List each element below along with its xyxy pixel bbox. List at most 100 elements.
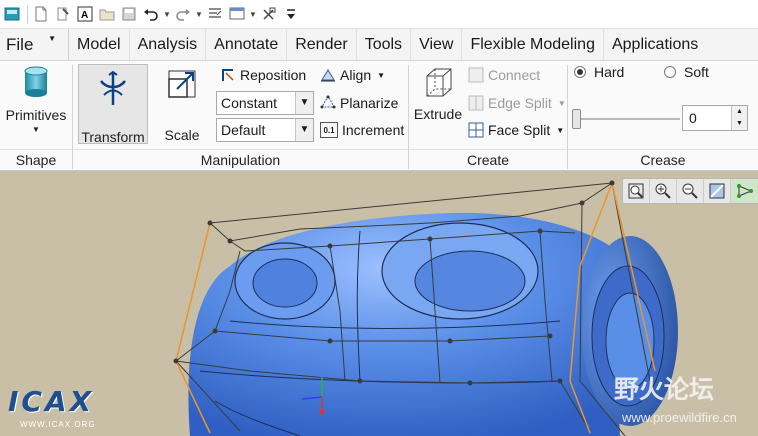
- edge-split-label: Edge Split: [488, 95, 552, 111]
- redo-icon[interactable]: [173, 4, 193, 24]
- increment-button[interactable]: 0.1 Increment: [320, 122, 404, 138]
- tab-model[interactable]: Model: [68, 29, 129, 60]
- tab-label: Tools: [364, 35, 403, 53]
- reposition-button[interactable]: Reposition: [220, 67, 306, 83]
- zoom-fit-icon[interactable]: [623, 179, 650, 203]
- tab-applications[interactable]: Applications: [602, 29, 706, 60]
- proewildfire-watermark-logo: 野火论坛: [614, 375, 715, 404]
- zoom-out-icon[interactable]: [677, 179, 704, 203]
- chevron-down-icon: ▼: [295, 92, 313, 114]
- constant-select[interactable]: Constant ▼: [216, 91, 314, 115]
- connect-button[interactable]: Connect: [468, 67, 540, 83]
- regenerate-icon[interactable]: [53, 4, 73, 24]
- new-icon[interactable]: [31, 4, 51, 24]
- open-icon[interactable]: [97, 4, 117, 24]
- toolbar-divider: [27, 5, 28, 23]
- file-dropdown-icon: ▼: [48, 34, 56, 43]
- file-tab-label: File: [6, 34, 34, 54]
- mesh-display-icon[interactable]: [731, 179, 758, 203]
- primitives-label: Primitives: [5, 107, 67, 123]
- constant-select-value: Constant: [221, 95, 278, 111]
- regen-tree-icon[interactable]: [205, 4, 225, 24]
- tab-label: Applications: [611, 35, 699, 53]
- app-icon[interactable]: [2, 4, 22, 24]
- connect-label: Connect: [488, 67, 541, 83]
- tab-annotate[interactable]: Annotate: [205, 29, 286, 60]
- window-dropdown-icon[interactable]: ▼: [249, 10, 259, 19]
- tab-label: Flexible Modeling: [470, 35, 595, 53]
- radio-selected-icon: [574, 66, 586, 78]
- align-button[interactable]: Align ▼: [320, 67, 385, 83]
- tab-analysis[interactable]: Analysis: [128, 29, 206, 60]
- crease-slider-thumb[interactable]: [572, 109, 581, 129]
- tab-label: Analysis: [137, 35, 198, 53]
- tab-render[interactable]: Render: [286, 29, 355, 60]
- manipulation-group-label: Manipulation: [73, 149, 408, 169]
- radio-unselected-icon: [664, 66, 676, 78]
- edge-split-icon: [468, 95, 484, 111]
- tab-label: View: [419, 35, 454, 53]
- customize-icon[interactable]: [281, 4, 301, 24]
- scale-icon: [167, 69, 197, 99]
- increment-icon: 0.1: [320, 122, 338, 138]
- tab-label: Render: [295, 35, 348, 53]
- align-dropdown-icon: ▼: [377, 70, 386, 80]
- save-icon[interactable]: [119, 4, 139, 24]
- repaint-icon[interactable]: [704, 179, 731, 203]
- align-label: Align: [340, 67, 372, 83]
- window-icon[interactable]: [227, 4, 247, 24]
- soft-radio[interactable]: Soft: [664, 64, 709, 80]
- reposition-label: Reposition: [240, 67, 307, 83]
- manipulation-group: Transform Scale Reposition Constant ▼ De…: [73, 61, 408, 171]
- undo-dropdown-icon[interactable]: ▼: [163, 10, 173, 19]
- close-window-icon[interactable]: [259, 4, 279, 24]
- cylinder-icon: [20, 65, 52, 99]
- face-split-label: Face Split: [488, 122, 551, 138]
- planarize-icon: [320, 95, 336, 111]
- face-split-dropdown-icon: ▼: [556, 125, 565, 135]
- tab-view[interactable]: View: [410, 29, 461, 60]
- shape-group-label: Shape: [0, 149, 72, 169]
- primitives-dropdown-icon: ▼: [32, 125, 40, 134]
- tab-label: Annotate: [214, 35, 279, 53]
- extrude-button[interactable]: Extrude: [412, 64, 464, 144]
- planarize-label: Planarize: [340, 95, 399, 111]
- zoom-in-icon[interactable]: [650, 179, 677, 203]
- ribbon-tabs: File ▼ Model Analysis Annotate Render To…: [0, 29, 758, 61]
- increment-label: Increment: [342, 122, 405, 138]
- transform-button[interactable]: Transform: [78, 64, 148, 145]
- undo-icon[interactable]: [141, 4, 161, 24]
- tab-flexible-modeling[interactable]: Flexible Modeling: [461, 29, 603, 60]
- tab-tools[interactable]: Tools: [355, 29, 410, 60]
- tab-label: Model: [77, 35, 121, 53]
- ribbon-panel: Primitives ▼ Shape Transform Scale Repos…: [0, 61, 758, 171]
- crease-group-label: Crease: [568, 149, 758, 169]
- hard-radio[interactable]: Hard: [574, 64, 624, 80]
- model-icon[interactable]: A: [75, 4, 95, 24]
- crease-value-input[interactable]: 0 ▲ ▼: [682, 105, 748, 131]
- proewildfire-watermark-url: www.proewildfire.cn: [622, 410, 737, 425]
- edge-split-button[interactable]: Edge Split ▼: [468, 95, 566, 111]
- primitives-button[interactable]: Primitives ▼: [4, 65, 68, 141]
- transform-label: Transform: [81, 129, 145, 145]
- crease-value: 0: [689, 110, 697, 126]
- transform-icon: [95, 70, 131, 107]
- hard-label: Hard: [594, 64, 625, 80]
- edge-split-dropdown-icon: ▼: [557, 98, 566, 108]
- default-select-value: Default: [221, 122, 266, 138]
- svg-text:A: A: [81, 10, 88, 21]
- default-select[interactable]: Default ▼: [216, 118, 314, 142]
- crease-slider-track[interactable]: [574, 118, 680, 120]
- scale-button[interactable]: Scale: [157, 64, 207, 144]
- face-split-icon: [468, 122, 484, 138]
- redo-dropdown-icon[interactable]: ▼: [195, 10, 205, 19]
- connect-icon: [468, 67, 484, 83]
- reposition-icon: [220, 67, 236, 83]
- scale-label: Scale: [164, 127, 200, 143]
- planarize-button[interactable]: Planarize: [320, 95, 398, 111]
- file-tab[interactable]: File ▼: [0, 29, 62, 60]
- icax-watermark-url: WWW.ICAX.ORG: [20, 420, 96, 429]
- spinner-arrows-icon[interactable]: ▲ ▼: [731, 106, 747, 130]
- face-split-button[interactable]: Face Split ▼: [468, 122, 564, 138]
- extrude-label: Extrude: [413, 106, 463, 122]
